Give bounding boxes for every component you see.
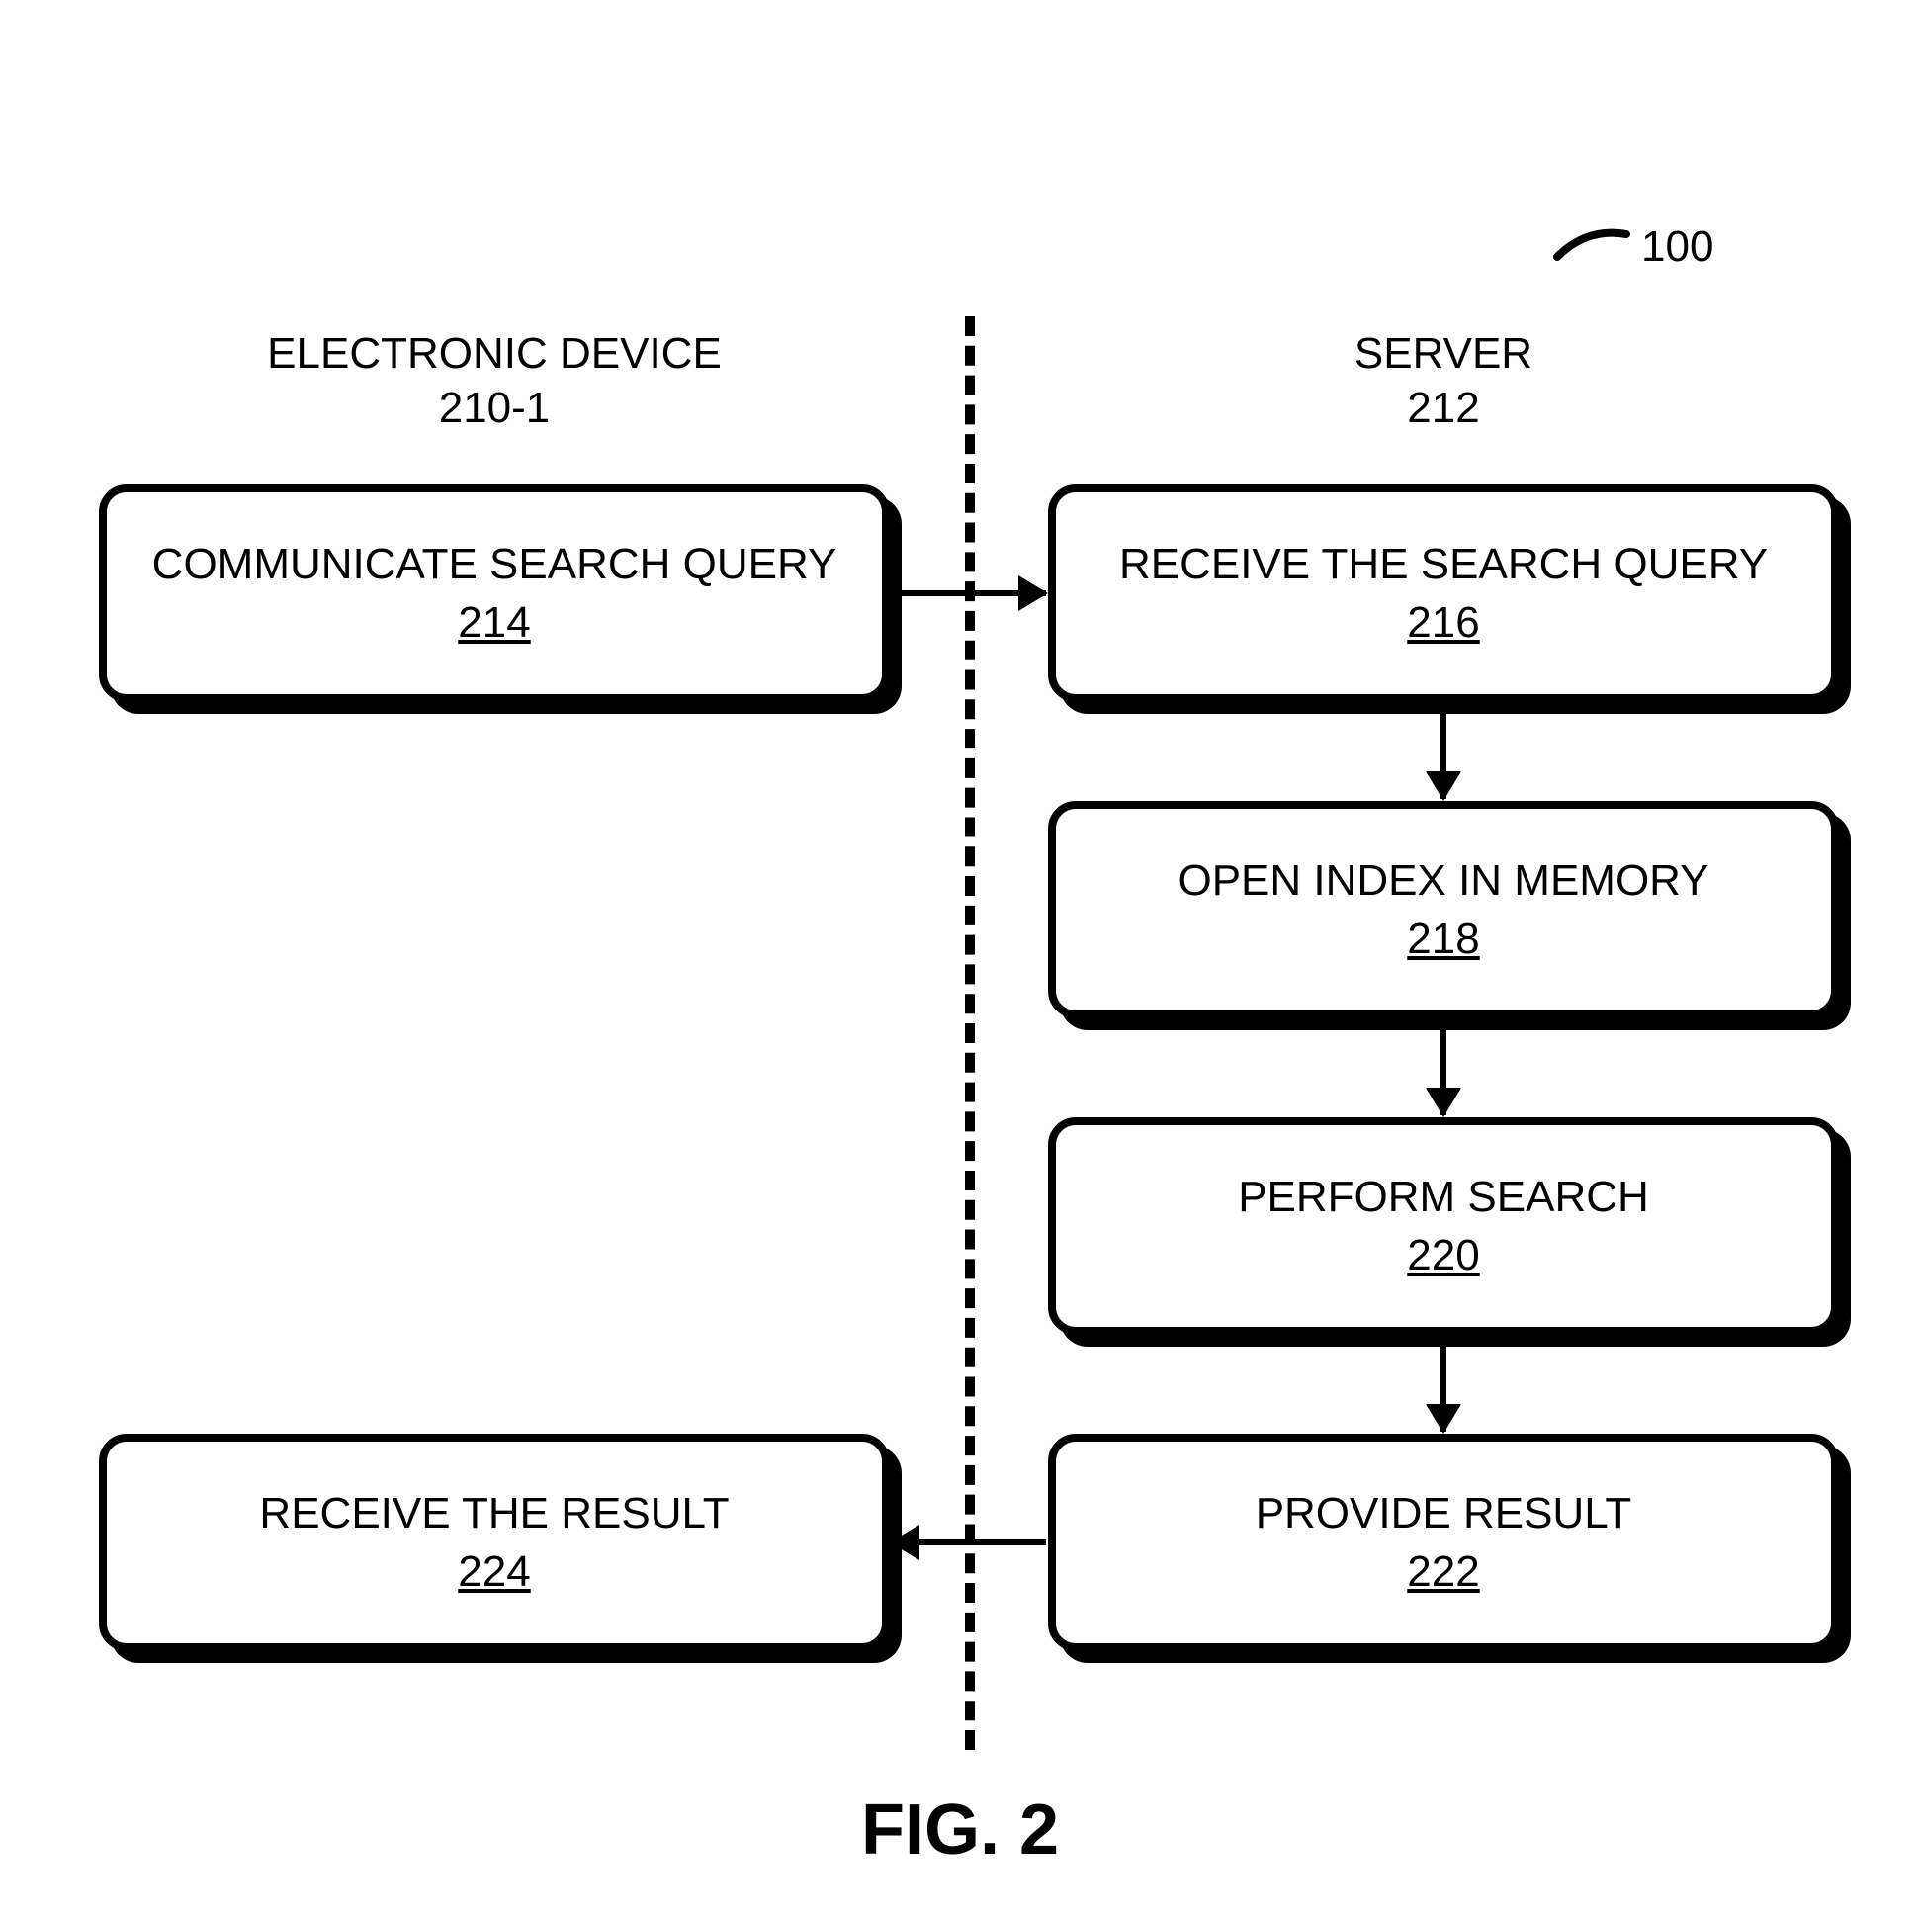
arrow-open-to-perform — [1440, 1026, 1446, 1115]
box-title: PROVIDE RESULT — [1256, 1484, 1632, 1542]
right-heading-line2: 212 — [1048, 381, 1839, 435]
box-number: 222 — [1407, 1542, 1479, 1601]
arrow-perform-to-provide — [1440, 1343, 1446, 1432]
box-title: COMMUNICATE SEARCH QUERY — [152, 535, 837, 593]
box-number: 224 — [458, 1542, 530, 1601]
box-number: 220 — [1407, 1226, 1479, 1284]
box-title: RECEIVE THE RESULT — [259, 1484, 729, 1542]
left-heading-line1: ELECTRONIC DEVICE — [267, 329, 722, 378]
left-column-heading: ELECTRONIC DEVICE 210-1 — [99, 326, 890, 435]
arrowhead-icon — [1426, 1088, 1461, 1117]
box-open-index: OPEN INDEX IN MEMORY 218 — [1048, 801, 1839, 1018]
box-receive-result: RECEIVE THE RESULT 224 — [99, 1434, 890, 1651]
arrow-provide-to-receive-result — [892, 1539, 1046, 1545]
box-title: PERFORM SEARCH — [1238, 1168, 1649, 1226]
arrowhead-icon — [1426, 1404, 1461, 1434]
box-number: 218 — [1407, 910, 1479, 968]
reference-tick-icon — [1552, 222, 1631, 262]
left-heading-line2: 210-1 — [99, 381, 890, 435]
box-title: RECEIVE THE SEARCH QUERY — [1119, 535, 1768, 593]
arrowhead-icon — [1018, 575, 1048, 611]
arrow-receive-to-open — [1440, 710, 1446, 799]
right-column-heading: SERVER 212 — [1048, 326, 1839, 435]
box-number: 216 — [1407, 593, 1479, 652]
box-title: OPEN INDEX IN MEMORY — [1178, 851, 1708, 910]
right-heading-line1: SERVER — [1354, 329, 1532, 378]
box-perform-search: PERFORM SEARCH 220 — [1048, 1117, 1839, 1335]
figure-caption: FIG. 2 — [0, 1790, 1920, 1871]
arrowhead-icon — [1426, 771, 1461, 801]
reference-number: 100 — [1641, 222, 1713, 272]
box-number: 214 — [458, 593, 530, 652]
swimlane-divider — [965, 316, 975, 1750]
arrowhead-icon — [890, 1525, 919, 1560]
figure-2-diagram: 100 ELECTRONIC DEVICE 210-1 SERVER 212 C… — [0, 0, 1920, 1932]
arrow-communicate-to-receive — [898, 590, 1046, 596]
box-communicate-search-query: COMMUNICATE SEARCH QUERY 214 — [99, 484, 890, 702]
box-provide-result: PROVIDE RESULT 222 — [1048, 1434, 1839, 1651]
box-receive-search-query: RECEIVE THE SEARCH QUERY 216 — [1048, 484, 1839, 702]
